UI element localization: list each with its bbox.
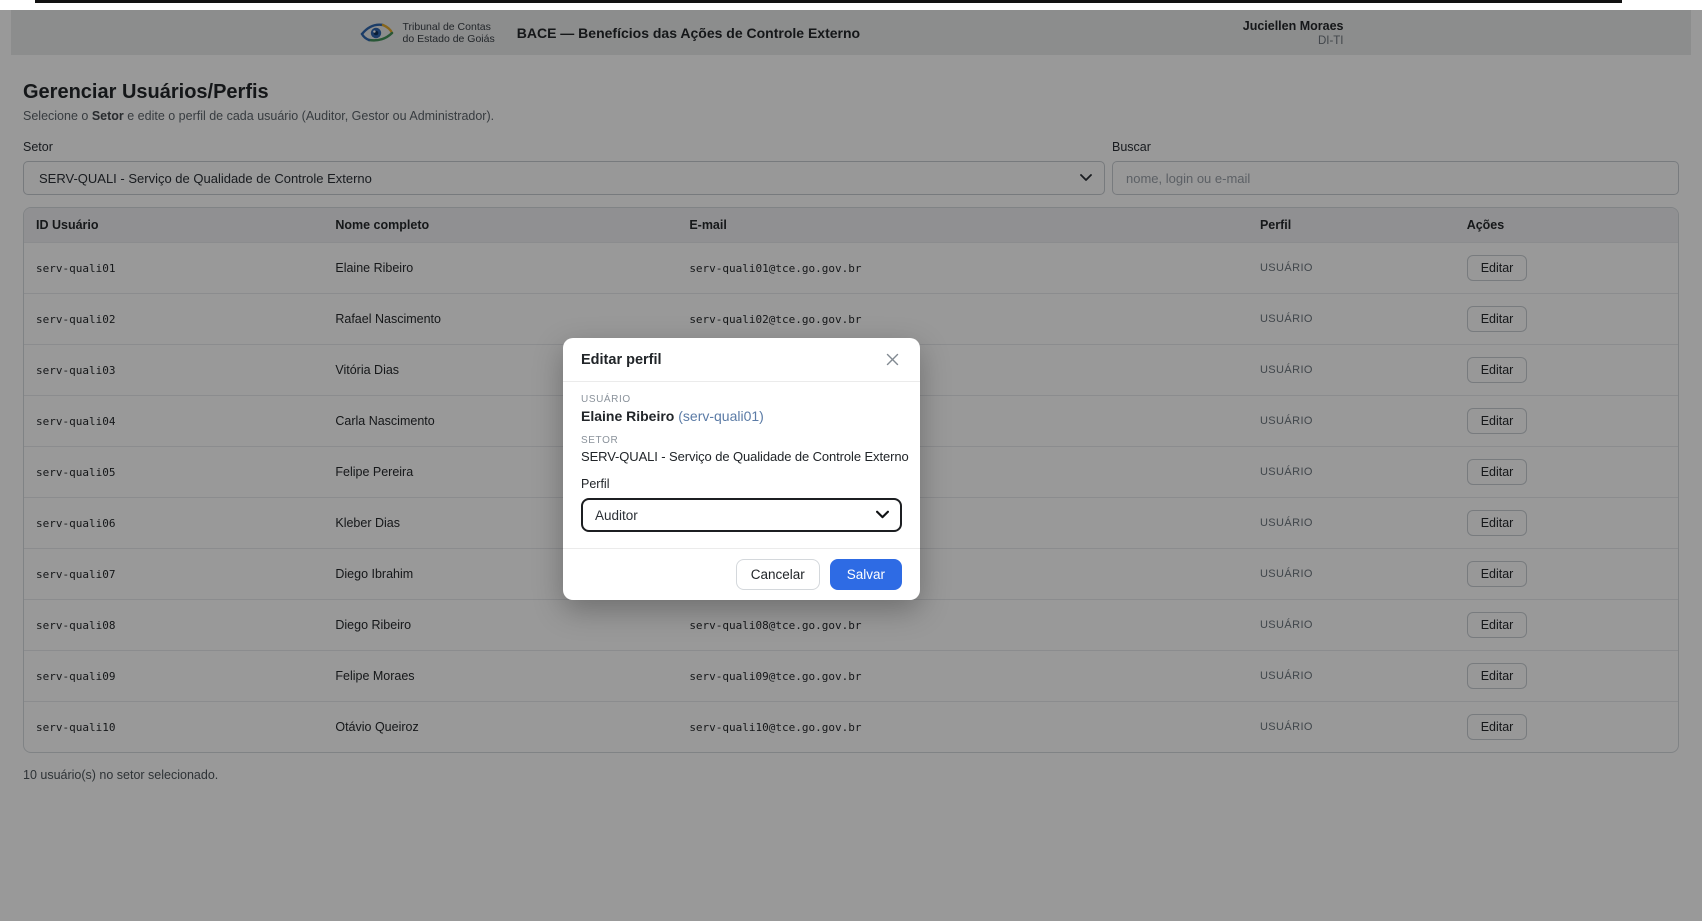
window-top-edge: [35, 0, 1622, 3]
edit-profile-modal: Editar perfil USUÁRIO Elaine Ribeiro (se…: [563, 338, 920, 600]
modal-user-login: (serv-quali01): [678, 408, 764, 424]
modal-user-label: USUÁRIO: [581, 394, 902, 405]
window-chrome-strip: [0, 0, 1702, 10]
cancel-button[interactable]: Cancelar: [736, 559, 820, 590]
modal-sector-label: SETOR: [581, 435, 902, 446]
modal-profile-label: Perfil: [581, 477, 902, 491]
save-button[interactable]: Salvar: [830, 559, 902, 590]
modal-user-name: Elaine Ribeiro: [581, 408, 674, 424]
modal-sector-value: SERV-QUALI - Serviço de Qualidade de Con…: [581, 449, 902, 464]
modal-footer: Cancelar Salvar: [563, 548, 920, 600]
modal-body: USUÁRIO Elaine Ribeiro (serv-quali01) SE…: [563, 382, 920, 548]
profile-select[interactable]: Auditor: [581, 498, 902, 532]
modal-title: Editar perfil: [581, 352, 662, 368]
modal-user-line: Elaine Ribeiro (serv-quali01): [581, 408, 902, 424]
close-icon[interactable]: [883, 350, 902, 369]
modal-header: Editar perfil: [563, 338, 920, 382]
